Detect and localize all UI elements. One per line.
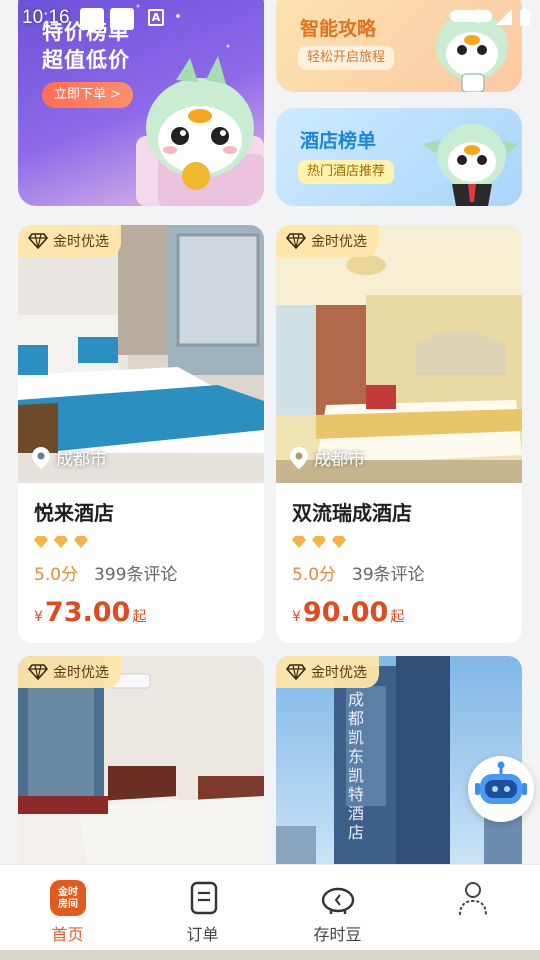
hotel-location: 成都市 <box>290 445 365 470</box>
robot-icon <box>475 761 527 804</box>
tab-label: 存时豆 <box>313 925 362 944</box>
gold-select-badge: 金时优选 <box>276 656 379 688</box>
diamond-icon <box>312 536 326 548</box>
price-currency: ¥ <box>34 609 43 625</box>
gold-select-badge: 金时优选 <box>18 225 121 257</box>
hotel-price: ¥ 90.00 起 <box>292 597 510 628</box>
status-bar: 10:16 A <box>0 0 540 36</box>
diamond-icon <box>74 536 88 548</box>
badge-label: 金时优选 <box>311 234 367 250</box>
hotel-ranking-banner[interactable]: 酒店榜单 热门酒店推荐 <box>276 108 522 206</box>
bird-mascot-icon <box>146 56 254 190</box>
gold-select-badge: 金时优选 <box>18 656 121 688</box>
status-time: 10:16 <box>22 7 70 28</box>
status-a-icon: A <box>148 9 164 26</box>
ai-assistant-button[interactable] <box>468 756 534 822</box>
home-logo-icon: 金时 房间 <box>49 879 87 917</box>
diamond-icon <box>286 233 306 249</box>
diamond-icon <box>28 664 48 680</box>
diamond-icon <box>34 536 48 548</box>
profile-icon <box>454 879 492 917</box>
hotel-ranking-title: 酒店榜单 <box>300 130 377 152</box>
hotel-city: 成都市 <box>314 450 365 470</box>
gold-select-badge: 金时优选 <box>276 225 379 257</box>
hotel-location: 成都市 <box>32 445 107 470</box>
tab-label: 订单 <box>186 925 219 944</box>
price-suffix: 起 <box>390 609 405 625</box>
tab-profile[interactable] <box>405 865 540 950</box>
location-pin-icon <box>32 446 50 469</box>
order-icon <box>184 879 222 917</box>
status-notification-icons <box>80 8 134 30</box>
price-value: 90.00 <box>302 597 389 628</box>
diamond-icon <box>286 664 306 680</box>
piggy-bank-icon <box>319 879 357 917</box>
tab-orders[interactable]: 订单 <box>135 865 270 950</box>
hotel-city: 成都市 <box>56 450 107 470</box>
hotel-review-count: 399条评论 <box>94 565 178 585</box>
tab-home[interactable]: 金时 房间 首页 <box>0 865 135 950</box>
signal-icon <box>496 9 512 25</box>
logo-text-bottom: 房间 <box>58 897 78 910</box>
wifi-icon <box>468 9 488 24</box>
hotel-name: 悦来酒店 <box>34 501 114 525</box>
hotel-diamond-rating <box>34 536 252 550</box>
building-sign-text: 成都凯东凯特酒店 <box>348 690 365 842</box>
price-suffix: 起 <box>132 609 147 625</box>
bird-mascot-suit-icon <box>422 124 518 206</box>
system-nav-strip <box>0 950 540 960</box>
battery-icon <box>520 8 530 26</box>
location-pin-icon <box>290 446 308 469</box>
bottom-tab-bar: 金时 房间 首页 订单 存时豆 <box>0 864 540 950</box>
hotel-name: 双流瑞成酒店 <box>292 501 412 525</box>
badge-label: 金时优选 <box>53 234 109 250</box>
hotel-review-count: 39条评论 <box>352 565 425 585</box>
status-right-icons <box>468 8 530 26</box>
diamond-icon <box>54 536 68 548</box>
banner-title-line2: 超值低价 <box>42 48 130 72</box>
hotel-score: 5.0分 <box>34 565 79 585</box>
badge-label: 金时优选 <box>311 665 367 681</box>
hotel-price: ¥ 73.00 起 <box>34 597 252 628</box>
hotel-diamond-rating <box>292 536 510 550</box>
hotel-card[interactable]: 金时优选 <box>18 656 264 876</box>
hotel-score: 5.0分 <box>292 565 337 585</box>
travel-guide-subtitle: 轻松开启旅程 <box>298 46 395 70</box>
tab-label: 首页 <box>51 925 84 944</box>
diamond-icon <box>332 536 346 548</box>
diamond-icon <box>28 233 48 249</box>
price-value: 73.00 <box>44 597 131 628</box>
hotel-ranking-subtitle: 热门酒店推荐 <box>298 160 395 184</box>
hotel-photo <box>18 656 264 876</box>
hotel-card[interactable]: 金时优选 成都市 悦来酒店 5.0分 399条评论 ¥ 73.00 起 <box>18 225 264 643</box>
hotel-card[interactable]: 金时优选 成都市 双流瑞成酒店 5.0分 39条评论 ¥ 90.00 起 <box>276 225 522 643</box>
badge-label: 金时优选 <box>53 665 109 681</box>
logo-text-top: 金时 <box>57 885 78 898</box>
price-currency: ¥ <box>292 609 301 625</box>
tab-savings[interactable]: 存时豆 <box>270 865 405 950</box>
diamond-icon <box>292 536 306 548</box>
order-now-button[interactable]: 立即下单 > <box>42 82 134 108</box>
